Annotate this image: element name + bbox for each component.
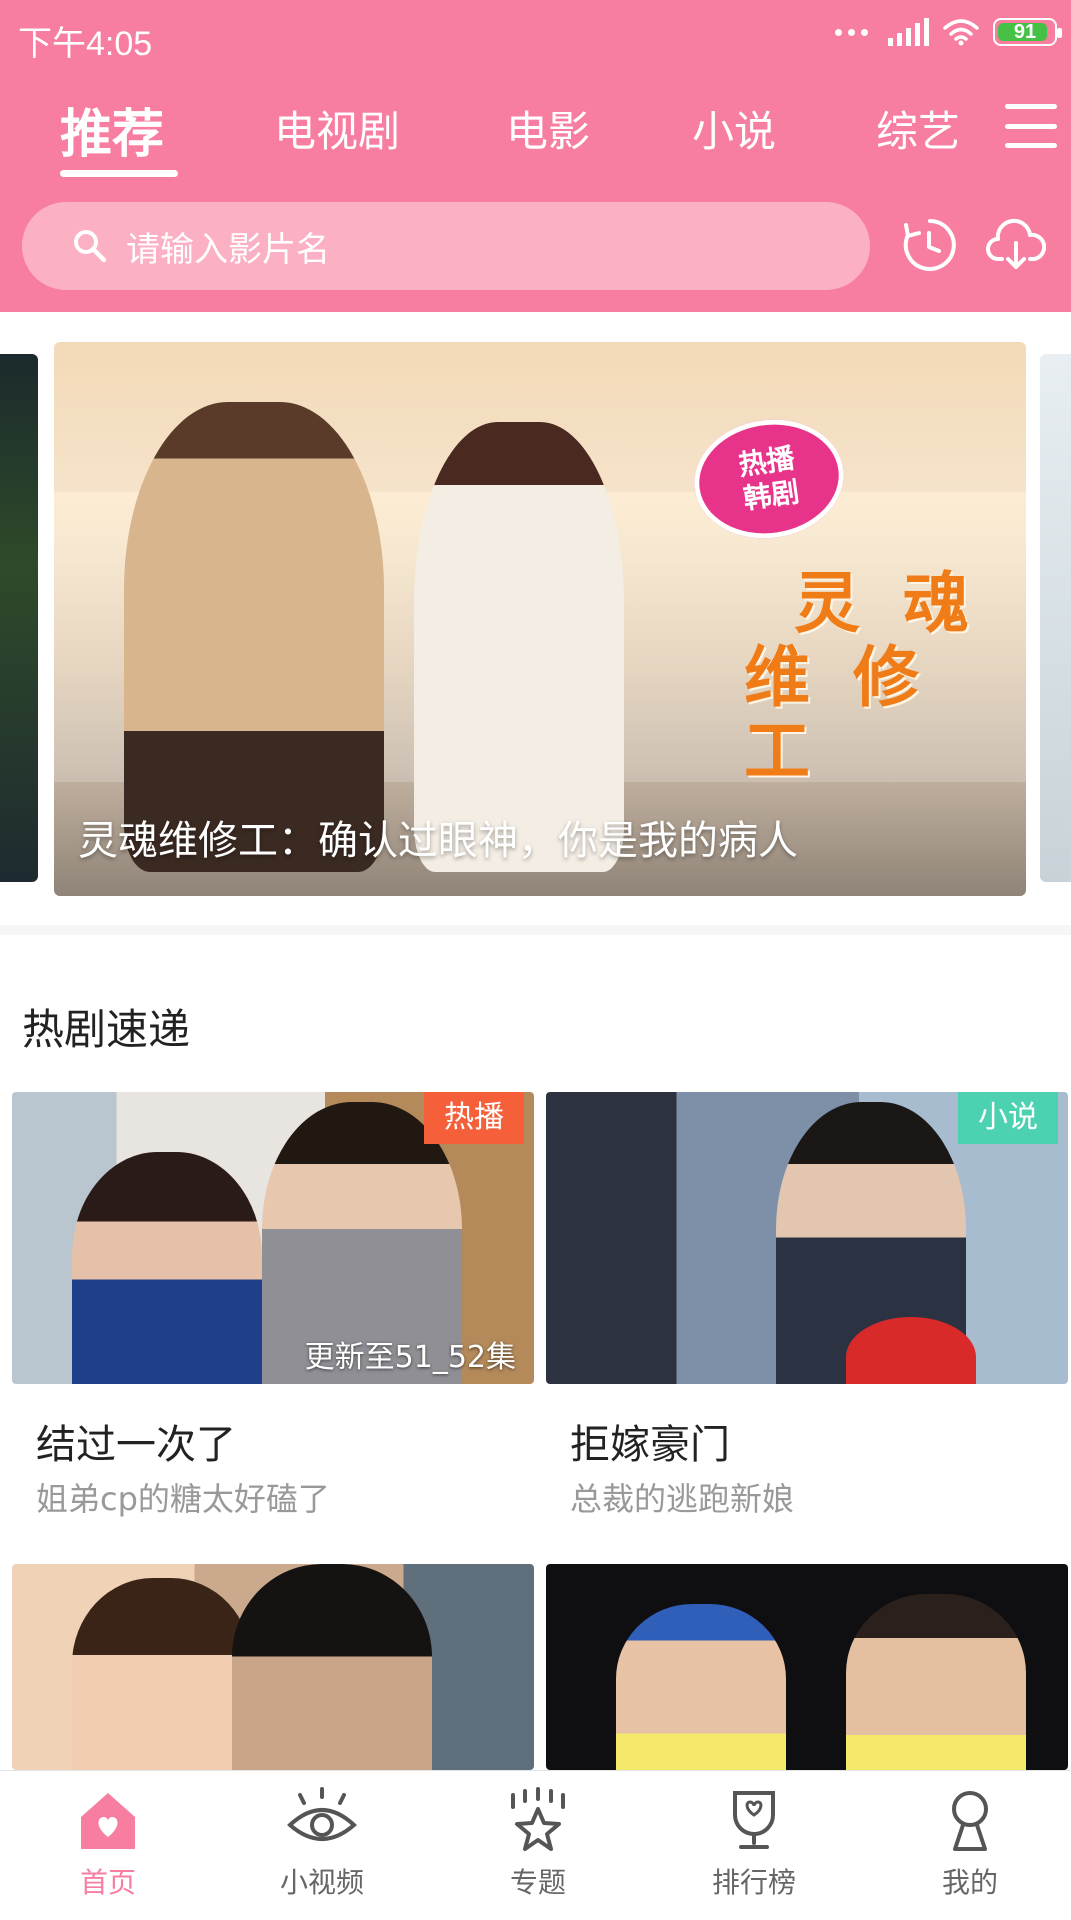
tab-movies[interactable]: 电影 [506, 98, 590, 159]
nav-ranking-label: 排行榜 [711, 1866, 796, 1899]
nav-home[interactable]: 首页 [8, 1787, 208, 1901]
badge-line2: 韩剧 [741, 475, 802, 516]
drama-thumbnail[interactable] [12, 1564, 534, 1770]
menu-icon[interactable] [1005, 104, 1057, 148]
thumb-figure-man [846, 1594, 1026, 1770]
battery-icon: 91 [993, 18, 1062, 46]
banner-image-figure-man [124, 402, 384, 872]
category-tabs: 推荐 电视剧 电影 小说 综艺 [0, 88, 1071, 184]
tab-variety[interactable]: 综艺 [876, 98, 960, 159]
drama-title[interactable]: 拒嫁豪门 [570, 1412, 730, 1470]
nav-short-video[interactable]: 小视频 [222, 1787, 422, 1901]
home-heart-icon [81, 1793, 135, 1849]
drama-title[interactable]: 结过一次了 [36, 1412, 236, 1470]
section-divider [0, 925, 1071, 935]
status-bar: 下午4:05 91 [0, 0, 1071, 76]
tab-novels[interactable]: 小说 [692, 98, 776, 159]
trophy-icon [733, 1791, 775, 1849]
drama-subtitle: 总裁的逃跑新娘 [570, 1480, 795, 1518]
cloud-download-icon[interactable] [986, 215, 1046, 275]
banner-carousel[interactable]: 热播 韩剧 灵 魂 维 修 工 灵魂维修工：确认过眼神，你是我的病人 [0, 330, 1071, 910]
drama-card[interactable] [546, 1564, 1068, 1770]
hot-tag: 热播 [424, 1092, 524, 1144]
nav-profile-label: 我的 [941, 1866, 998, 1899]
drama-card[interactable]: 小说 拒嫁豪门 总裁的逃跑新娘 [546, 1092, 1068, 1532]
drama-thumbnail[interactable] [546, 1564, 1068, 1770]
status-icons: 91 [835, 18, 1062, 46]
nav-short-video-label: 小视频 [279, 1866, 364, 1899]
search-icon [74, 230, 107, 263]
battery-level: 91 [1013, 20, 1037, 43]
eye-icon [287, 1787, 357, 1841]
nav-profile[interactable]: 我的 [870, 1787, 1070, 1901]
thumb-figure-woman [72, 1152, 262, 1384]
nav-ranking[interactable]: 排行榜 [654, 1787, 854, 1901]
drama-card[interactable] [12, 1564, 534, 1770]
tab-tv-series[interactable]: 电视剧 [274, 98, 400, 159]
person-icon [952, 1791, 988, 1851]
header: 下午4:05 91 推荐 电视剧 电影 小说 综艺 请输入影片名 [0, 0, 1071, 312]
drama-thumbnail[interactable]: 热播 更新至51_52集 [12, 1092, 534, 1384]
drama-subtitle: 姐弟cp的糖太好磕了 [36, 1480, 330, 1518]
thumb-figure-man-cap [616, 1604, 786, 1770]
thumb-figure-man [232, 1564, 432, 1770]
banner-image-figure-woman [414, 422, 624, 872]
search-placeholder: 请输入影片名 [126, 229, 330, 270]
signal-icon [888, 18, 929, 46]
nav-topics-label: 专题 [509, 1866, 566, 1899]
status-time: 下午4:05 [18, 25, 153, 63]
drama-card[interactable]: 热播 更新至51_52集 结过一次了 姐弟cp的糖太好磕了 [12, 1092, 534, 1532]
active-tab-indicator [60, 170, 178, 177]
art-title-line2: 维 修 工 [744, 639, 929, 790]
art-title-line1: 灵 魂 [794, 565, 979, 642]
history-icon[interactable] [900, 215, 960, 275]
star-icon [511, 1787, 565, 1851]
wifi-icon [943, 19, 979, 46]
banner-slide[interactable]: 热播 韩剧 灵 魂 维 修 工 灵魂维修工：确认过眼神，你是我的病人 [54, 342, 1026, 896]
search-input[interactable]: 请输入影片名 [22, 202, 870, 290]
banner-next-slide[interactable] [1040, 354, 1071, 882]
thumb-figure-woman [72, 1578, 252, 1770]
section-title: 热剧速递 [22, 1005, 191, 1054]
nav-topics[interactable]: 专题 [438, 1787, 638, 1901]
novel-tag: 小说 [958, 1092, 1058, 1144]
bottom-navigation: 首页 小视频 专题 排行榜 我的 [0, 1770, 1071, 1920]
episode-update: 更新至51_52集 [304, 1340, 516, 1375]
banner-prev-slide[interactable] [0, 354, 38, 882]
banner-art-title: 灵 魂 维 修 工 [744, 567, 1004, 789]
tab-recommend[interactable]: 推荐 [60, 92, 164, 167]
nav-home-label: 首页 [79, 1866, 136, 1899]
drama-thumbnail[interactable]: 小说 [546, 1092, 1068, 1384]
more-dots-icon [835, 28, 868, 36]
banner-caption: 灵魂维修工：确认过眼神，你是我的病人 [78, 818, 798, 864]
